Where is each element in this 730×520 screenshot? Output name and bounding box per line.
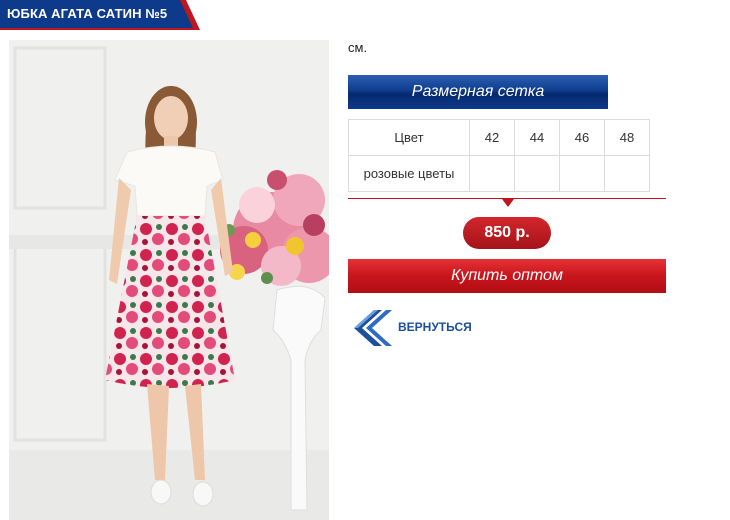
double-chevron-left-icon xyxy=(349,307,392,349)
size-grid-label: Размерная сетка xyxy=(411,83,545,100)
size-column-header: 42 xyxy=(469,119,515,156)
size-column-header: 44 xyxy=(514,119,560,156)
size-column-header: 46 xyxy=(559,119,605,156)
back-link-label: ВЕРНУТЬСЯ xyxy=(398,320,472,334)
quantity-cell[interactable] xyxy=(559,155,605,192)
product-title: ЮБКА АГАТА САТИН №5 xyxy=(7,6,168,21)
quantity-cell[interactable] xyxy=(604,155,650,192)
color-column-header: Цвет xyxy=(348,119,470,156)
size-column-header: 48 xyxy=(604,119,650,156)
back-link[interactable]: ВЕРНУТЬСЯ xyxy=(348,306,498,350)
color-cell: розовые цветы xyxy=(348,155,470,192)
buy-wholesale-button[interactable]: Купить оптом xyxy=(348,259,666,293)
size-unit-text: см. xyxy=(348,40,368,55)
product-photo xyxy=(9,40,329,520)
price-value: 850 р. xyxy=(484,224,530,241)
size-table: Цвет 42 44 46 48 розовые цветы xyxy=(348,119,650,192)
size-grid-button[interactable]: Размерная сетка xyxy=(348,75,608,109)
table-row: розовые цветы xyxy=(348,155,650,192)
product-title-tab: ЮБКА АГАТА САТИН №5 xyxy=(0,0,200,30)
table-header-row: Цвет 42 44 46 48 xyxy=(348,119,650,156)
quantity-cell[interactable] xyxy=(469,155,515,192)
price-badge: 850 р. xyxy=(463,217,551,249)
buy-wholesale-label: Купить оптом xyxy=(451,267,563,284)
quantity-cell[interactable] xyxy=(514,155,560,192)
price-divider-arrow xyxy=(502,199,514,207)
